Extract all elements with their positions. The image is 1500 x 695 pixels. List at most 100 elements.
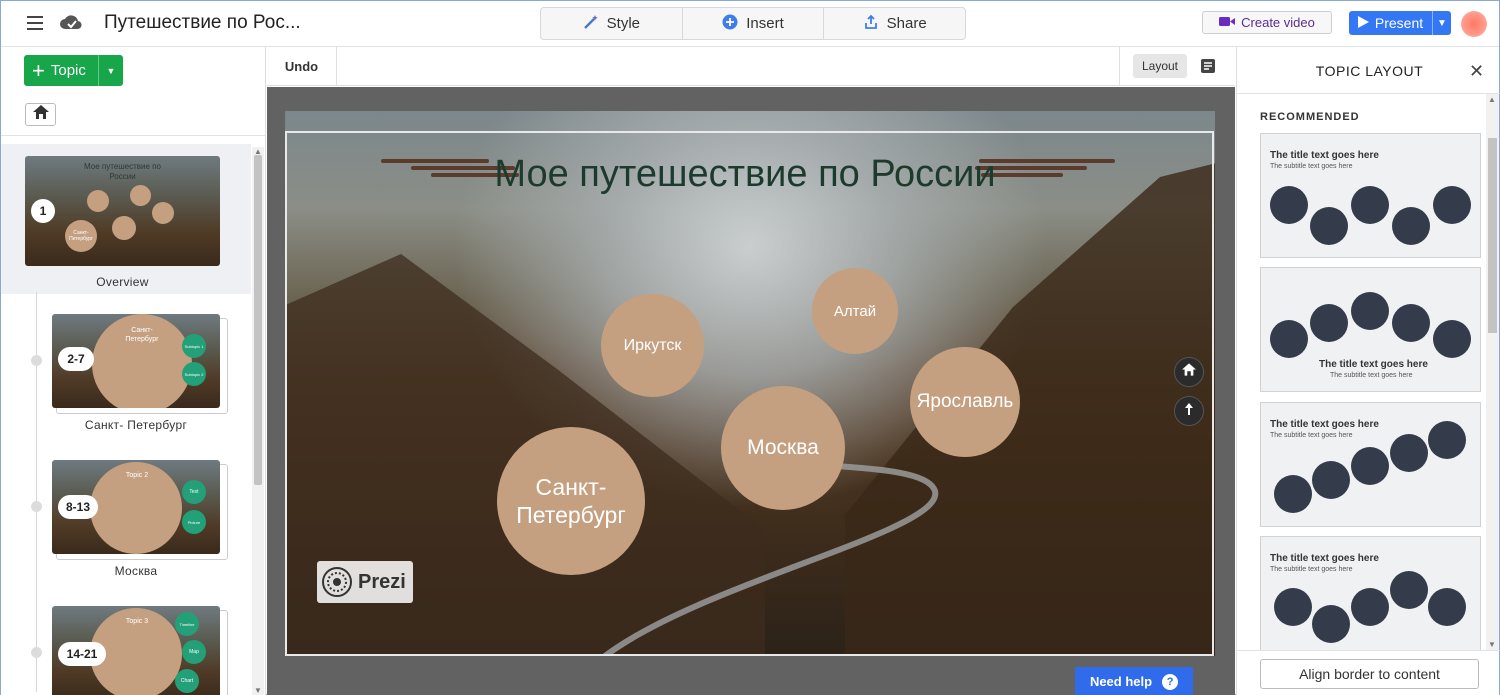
insert-label: Insert (746, 15, 784, 32)
topics-sidebar: + Topic ▼ Мое путешествие по России Санк… (1, 47, 266, 695)
present-dropdown-icon[interactable]: ▼ (1433, 18, 1451, 29)
slide-border[interactable] (285, 131, 1214, 656)
layout-dot (1390, 571, 1428, 609)
layout-scrollbar[interactable]: ▲ ▼ (1486, 94, 1499, 650)
divider (1237, 93, 1500, 94)
layout-title-text: The title text goes here (1270, 553, 1379, 564)
layout-dot (1274, 475, 1312, 513)
present-button[interactable]: Present ▼ (1349, 11, 1451, 35)
topic-thumb-title: Санкт- Петербург (125, 327, 159, 343)
tree-node (31, 647, 42, 658)
close-icon[interactable]: ✕ (1469, 61, 1484, 82)
question-icon: ? (1162, 673, 1179, 690)
layout-title-text: The title text goes here (1319, 359, 1428, 370)
overview-thumb-circle (87, 190, 109, 212)
layout-subtitle-text: The subtitle text goes here (1330, 372, 1413, 379)
scroll-down-icon[interactable]: ▼ (252, 686, 264, 695)
style-button[interactable]: Style (541, 8, 683, 39)
topic-layout-panel: TOPIC LAYOUT ✕ RECOMMENDED The title tex… (1236, 47, 1500, 695)
scroll-down-icon[interactable]: ▼ (1486, 640, 1498, 649)
scroll-up-icon[interactable]: ▲ (1486, 95, 1498, 104)
subtopic-circle: Text (182, 480, 206, 504)
cloud-save-icon[interactable] (59, 13, 83, 36)
canvas[interactable]: Мое путешествие по России Иркутск Алтай … (267, 87, 1235, 695)
style-label: Style (606, 15, 641, 32)
overview-label: Overview (96, 275, 149, 289)
add-topic-main[interactable]: + Topic (24, 55, 99, 86)
layout-subtitle-text: The subtitle text goes here (1270, 432, 1353, 439)
tree-node (31, 501, 42, 512)
share-upload-icon (863, 14, 879, 34)
layout-option[interactable]: The title text goes here The subtitle te… (1260, 267, 1481, 392)
divider (1, 135, 266, 136)
top-bar: Путешествие по Рос... Style Insert Share (1, 1, 1499, 47)
layout-dot (1270, 320, 1308, 358)
home-view-button[interactable] (1174, 357, 1204, 387)
layout-dot (1351, 186, 1389, 224)
slide-number-badge: 14-21 (58, 642, 106, 666)
section-label: RECOMMENDED (1260, 111, 1360, 123)
add-topic-button[interactable]: + Topic ▼ (24, 55, 123, 86)
notes-icon[interactable] (1200, 58, 1216, 79)
create-video-button[interactable]: Create video (1202, 11, 1332, 34)
layout-dot (1428, 588, 1466, 626)
sidebar-scrollbar[interactable]: ▲ ▼ (252, 147, 264, 695)
layout-dot (1428, 421, 1466, 459)
document-title[interactable]: Путешествие по Рос... (104, 12, 301, 34)
panel-title: TOPIC LAYOUT (1315, 63, 1424, 79)
insert-button[interactable]: Insert (683, 8, 825, 39)
layout-dot (1433, 186, 1471, 224)
layout-dot (1312, 605, 1350, 643)
layout-option[interactable]: The title text goes here The subtitle te… (1260, 402, 1481, 527)
plus-circle-icon (722, 14, 738, 34)
present-label: Present (1374, 15, 1424, 31)
subtopic-circle: Subtopic 2 (182, 362, 206, 386)
subtopic-circle: Picture (182, 510, 206, 534)
overview-thumb-title: Мое путешествие по России (84, 162, 161, 181)
align-border-button[interactable]: Align border to content (1260, 659, 1479, 689)
layout-option[interactable]: The title text goes here The subtitle te… (1260, 133, 1481, 258)
chevron-down-icon[interactable]: ▼ (99, 66, 123, 76)
overview-thumb-circle (112, 216, 136, 240)
share-button[interactable]: Share (824, 8, 965, 39)
overview-thumb-circle (152, 202, 174, 224)
home-icon (32, 105, 49, 124)
topic-label: Санкт- Петербург (84, 418, 188, 432)
tree-node (31, 355, 42, 366)
arrow-up-back-icon (1183, 402, 1195, 421)
layout-option[interactable]: The title text goes here The subtitle te… (1260, 536, 1481, 650)
subtopic-circle: Timeline (175, 612, 199, 636)
home-button[interactable] (25, 103, 56, 126)
topic-thumb-title: Topic 2 (125, 472, 149, 479)
layout-subtitle-text: The subtitle text goes here (1270, 566, 1353, 573)
undo-button[interactable]: Undo (267, 47, 337, 86)
divider (1237, 650, 1500, 651)
zoom-out-button[interactable] (1174, 396, 1204, 426)
present-main[interactable]: Present (1349, 11, 1433, 35)
canvas-toolbar: Undo Layout (267, 47, 1235, 86)
slide-number-badge: 8-13 (58, 495, 98, 519)
video-camera-icon (1219, 15, 1236, 30)
tree-connector (36, 292, 37, 692)
layout-button[interactable]: Layout (1133, 54, 1187, 78)
avatar[interactable] (1461, 11, 1487, 37)
layout-dot (1433, 320, 1471, 358)
layout-dot (1351, 588, 1389, 626)
magic-wand-icon (583, 14, 599, 34)
layout-dot (1310, 207, 1348, 245)
layout-dot (1390, 434, 1428, 472)
need-help-label: Need help (1089, 674, 1153, 689)
subtopic-circle: Chart (175, 669, 199, 693)
layout-dot (1270, 186, 1308, 224)
layout-dot (1351, 292, 1389, 330)
menu-icon[interactable] (27, 16, 43, 30)
layout-dot (1312, 461, 1350, 499)
scrollbar-thumb[interactable] (254, 155, 262, 485)
need-help-button[interactable]: Need help ? (1075, 667, 1193, 695)
create-video-label: Create video (1241, 15, 1315, 30)
scrollbar-thumb[interactable] (1488, 138, 1497, 333)
share-label: Share (886, 15, 927, 32)
topic-thumb-title: Topic 3 (125, 618, 149, 625)
layout-title-text: The title text goes here (1270, 419, 1379, 430)
layout-dot (1274, 588, 1312, 626)
